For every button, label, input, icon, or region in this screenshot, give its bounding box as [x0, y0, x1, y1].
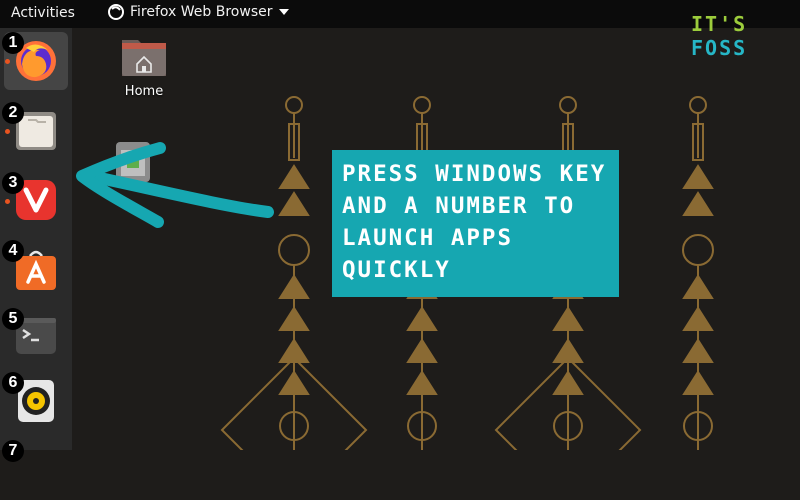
its-foss-logo: IT'S FOSS — [691, 12, 800, 60]
logo-part-its: IT'S — [691, 12, 748, 36]
logo-part-foss: FOSS — [691, 36, 748, 60]
callout-box: Press Windows key and a number to launch… — [332, 150, 619, 297]
